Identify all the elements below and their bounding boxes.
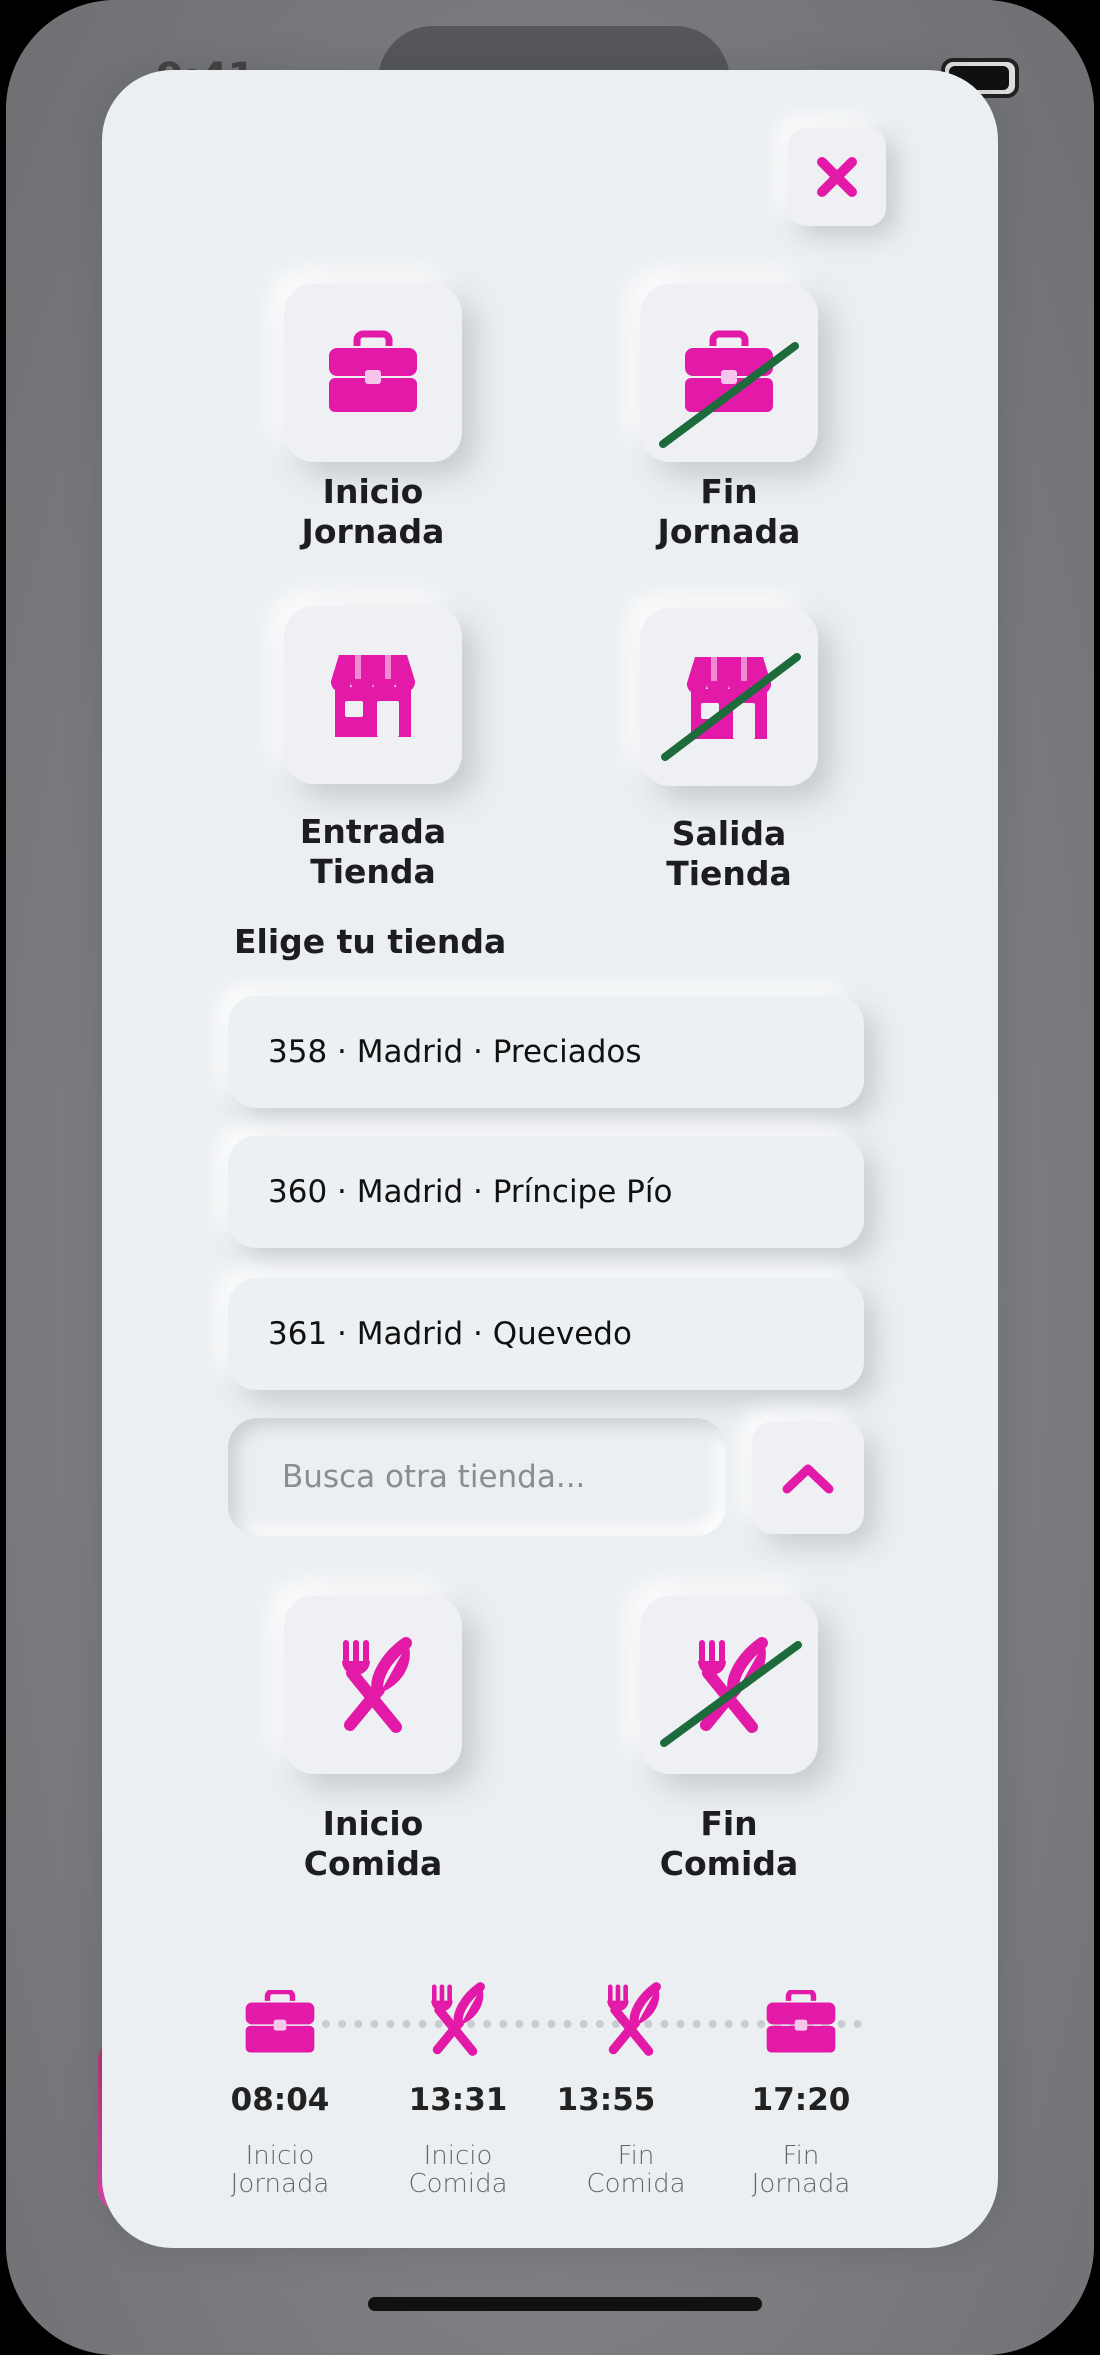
entrada-tienda-label: Entrada Tienda (299, 812, 447, 891)
inicio-jornada-label: Inicio Jornada (301, 472, 445, 551)
store-icon (661, 653, 801, 761)
entrada-tienda-button[interactable] (284, 606, 462, 784)
store-option[interactable]: 358 · Madrid · Preciados (228, 996, 864, 1108)
fin-jornada-button[interactable] (640, 284, 818, 462)
store-search-input[interactable] (228, 1458, 726, 1496)
close-icon (817, 157, 857, 197)
utensils-icon (660, 1637, 802, 1747)
store-option[interactable]: 361 · Madrid · Quevedo (228, 1278, 864, 1390)
timeline-time: 13:55 (556, 2082, 656, 2118)
fichaje-modal: Inicio Jornada Fin Jornada Entrada Tienda (102, 70, 998, 2248)
fin-comida-label: Fin Comida (659, 1804, 799, 1883)
timeline-label: Fin Comida (586, 2141, 686, 2199)
store-search-field[interactable] (228, 1418, 726, 1536)
briefcase-icon (659, 330, 799, 448)
inicio-comida-label: Inicio Comida (303, 1804, 443, 1883)
utensils-icon (607, 1982, 661, 2056)
store-section-title: Elige tu tienda (234, 922, 507, 961)
timeline-label: Inicio Comida (408, 2141, 508, 2199)
close-button[interactable] (788, 128, 886, 226)
store-icon (330, 655, 416, 737)
briefcase-icon (245, 1990, 315, 2053)
chevron-up-icon (782, 1464, 834, 1494)
timeline-label: Fin Jornada (751, 2141, 851, 2199)
utensils-icon (431, 1982, 485, 2056)
timeline-time: 17:20 (751, 2082, 851, 2118)
collapse-stores-button[interactable] (752, 1422, 864, 1534)
home-indicator[interactable] (368, 2297, 762, 2311)
timeline-time: 08:04 (230, 2082, 330, 2118)
salida-tienda-label: Salida Tienda (666, 814, 792, 893)
strike-line (660, 1641, 802, 1747)
salida-tienda-button[interactable] (640, 608, 818, 786)
inicio-jornada-button[interactable] (284, 284, 462, 462)
utensils-icon (342, 1637, 412, 1733)
fin-jornada-label: Fin Jornada (657, 472, 801, 551)
fin-comida-button[interactable] (640, 1596, 818, 1774)
timeline-label: Inicio Jornada (230, 2141, 330, 2199)
store-option[interactable]: 360 · Madrid · Príncipe Pío (228, 1136, 864, 1248)
briefcase-icon (766, 1990, 836, 2053)
briefcase-icon (329, 330, 417, 412)
timeline-time: 13:31 (408, 2082, 508, 2118)
inicio-comida-button[interactable] (284, 1596, 462, 1774)
